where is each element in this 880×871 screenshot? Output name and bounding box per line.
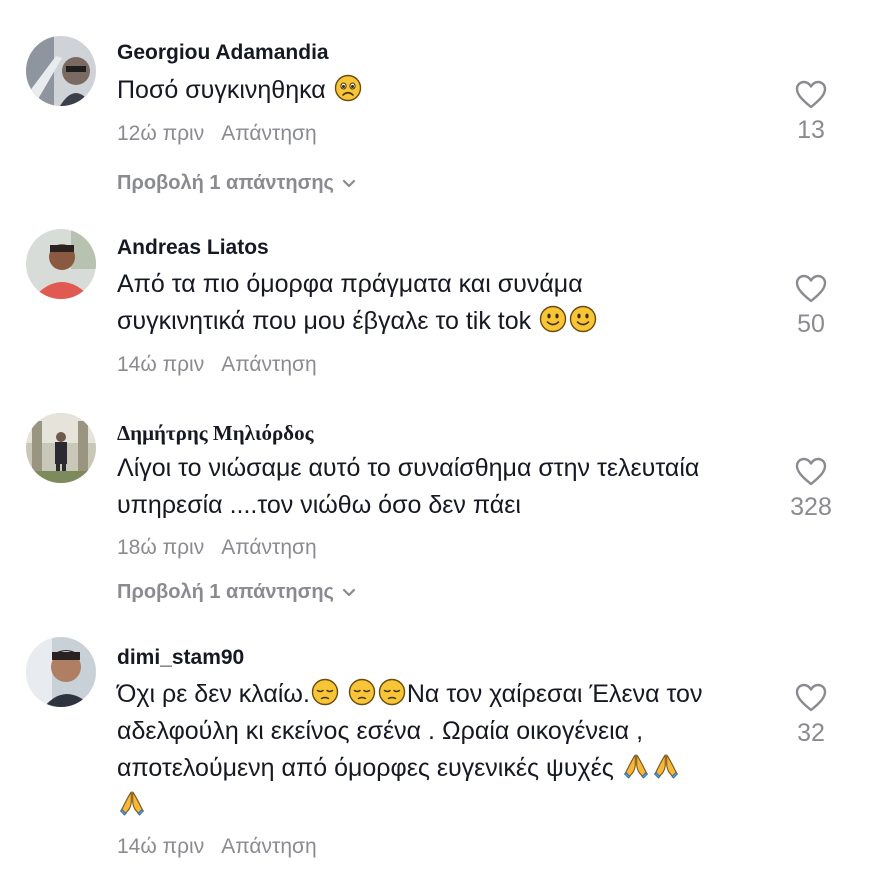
comment-meta: 14ώ πριν Απάντηση bbox=[117, 353, 317, 377]
view-replies-label: Προβολή 1 απάντησης bbox=[117, 172, 334, 194]
like-count: 32 bbox=[797, 719, 825, 747]
reply-button[interactable]: Απάντηση bbox=[221, 122, 316, 145]
like-control: 50 bbox=[786, 274, 836, 339]
reply-button[interactable]: Απάντηση bbox=[221, 835, 316, 858]
comment-username[interactable]: Georgiou Adamandia bbox=[117, 41, 329, 65]
like-count: 50 bbox=[797, 310, 825, 338]
like-count: 13 bbox=[797, 116, 825, 144]
comment-text-line: συγκινητικά που μου έβγαλε το tik tok bbox=[117, 307, 532, 335]
reply-button[interactable]: Απάντηση bbox=[221, 353, 316, 376]
comment-username[interactable]: Andreas Liatos bbox=[117, 236, 269, 260]
folded-hands-emoji-icon bbox=[118, 789, 146, 817]
comment-time: 12ώ πριν bbox=[117, 122, 205, 145]
comment-meta: 14ώ πριν Απάντηση bbox=[117, 835, 317, 859]
heart-icon[interactable] bbox=[795, 457, 827, 487]
comment-text: Ποσό συγκινηθηκα bbox=[117, 72, 777, 109]
view-replies-button[interactable]: Προβολή 1 απάντησης bbox=[117, 581, 356, 604]
slight-smile-emoji-icon bbox=[569, 305, 597, 333]
comment-text: Όχι ρε δεν κλαίω. Να τον χαίρεσαι Έλενα … bbox=[117, 676, 777, 824]
comment-username[interactable]: dimi_stam90 bbox=[117, 646, 244, 670]
avatar[interactable] bbox=[26, 36, 96, 106]
slight-smile-emoji-icon bbox=[539, 305, 567, 333]
pensive-emoji-icon bbox=[378, 678, 406, 706]
heart-icon[interactable] bbox=[795, 274, 827, 304]
avatar[interactable] bbox=[26, 637, 96, 707]
comment-meta: 12ώ πριν Απάντηση bbox=[117, 122, 317, 146]
comment-text-line: Να τον χαίρεσαι Έλενα τον bbox=[406, 680, 703, 708]
comment-text-line: Λίγοι το νιώσαμε αυτό το συναίσθημα στην… bbox=[117, 454, 700, 482]
chevron-down-icon bbox=[342, 179, 356, 189]
comment-username[interactable]: Δημήτρης Μηλιόρδος bbox=[117, 421, 313, 446]
comment-text: Λίγοι το νιώσαμε αυτό το συναίσθημα στην… bbox=[117, 450, 777, 524]
comment-time: 14ώ πριν bbox=[117, 353, 205, 376]
like-control: 328 bbox=[786, 457, 836, 522]
avatar[interactable] bbox=[26, 229, 96, 299]
sad-face-emoji-icon bbox=[334, 74, 362, 102]
chevron-down-icon bbox=[342, 588, 356, 598]
like-control: 32 bbox=[786, 683, 836, 748]
comment-text-line: Από τα πιο όμορφα πράγματα και συνάμα bbox=[117, 270, 583, 298]
heart-icon[interactable] bbox=[795, 80, 827, 110]
comment-text-line: αδελφούλη κι εκείνος εσένα . Ωραία οικογ… bbox=[117, 717, 644, 745]
avatar[interactable] bbox=[26, 413, 96, 483]
folded-hands-emoji-icon bbox=[622, 752, 650, 780]
comment-text-line: υπηρεσία ....τον νιώθω όσο δεν πάει bbox=[117, 491, 521, 519]
like-count: 328 bbox=[790, 493, 832, 521]
pensive-emoji-icon bbox=[348, 678, 376, 706]
comment-text-line: Όχι ρε δεν κλαίω. bbox=[117, 680, 310, 708]
comment-time: 14ώ πριν bbox=[117, 835, 205, 858]
comment-text: Από τα πιο όμορφα πράγματα και συνάμα συ… bbox=[117, 266, 777, 340]
view-replies-label: Προβολή 1 απάντησης bbox=[117, 581, 334, 603]
comment-time: 18ώ πριν bbox=[117, 536, 205, 559]
reply-button[interactable]: Απάντηση bbox=[221, 536, 316, 559]
folded-hands-emoji-icon bbox=[652, 752, 680, 780]
comment-meta: 18ώ πριν Απάντηση bbox=[117, 536, 317, 560]
comment-text-line: αποτελούμενη από όμορφες ευγενικές ψυχές bbox=[117, 754, 614, 782]
view-replies-button[interactable]: Προβολή 1 απάντησης bbox=[117, 172, 356, 195]
comment-text-content: Ποσό συγκινηθηκα bbox=[117, 76, 326, 104]
pensive-emoji-icon bbox=[311, 678, 339, 706]
like-control: 13 bbox=[786, 80, 836, 145]
heart-icon[interactable] bbox=[795, 683, 827, 713]
